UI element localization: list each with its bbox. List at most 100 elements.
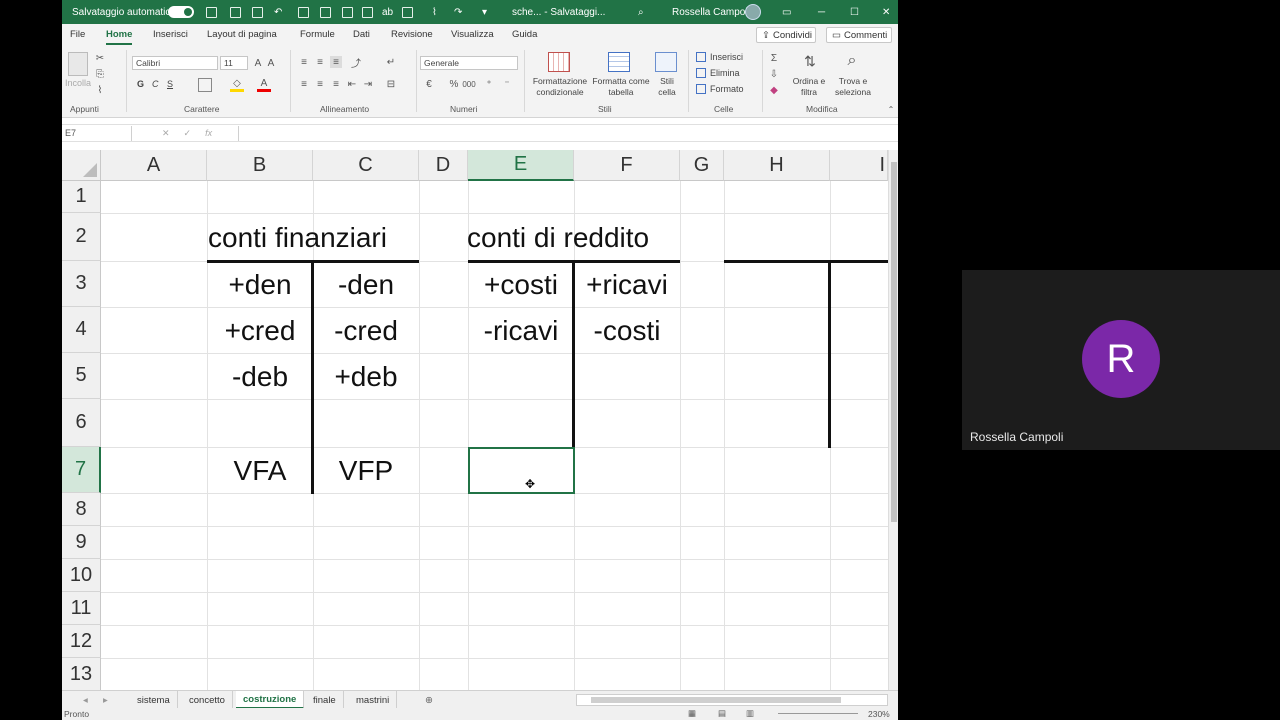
sort-filter-button[interactable]: Ordina e filtra [788,76,830,98]
scroll-thumb[interactable] [591,697,841,703]
row-header-12[interactable]: 12 [62,625,101,658]
row-header-11[interactable]: 11 [62,592,101,625]
cell-b3[interactable]: +den [207,262,313,307]
fx-icon[interactable]: fx [205,128,212,138]
decrease-indent-icon[interactable]: ⇤ [346,78,358,90]
cell-f3[interactable]: +ricavi [574,262,680,307]
page-break-view-icon[interactable]: ▥ [746,708,754,719]
scroll-thumb[interactable] [891,162,897,522]
maximize-icon[interactable]: ☐ [850,0,859,24]
comments-button[interactable]: ▭ Commenti [826,27,892,43]
orientation-icon[interactable]: ⤴ [350,56,362,70]
column-header-d[interactable]: D [419,150,468,181]
align-bottom-icon[interactable]: ≡ [330,56,342,68]
cell-f4[interactable]: -costi [574,308,680,353]
clear-icon[interactable]: ◆ [768,84,780,96]
zoom-slider[interactable] [778,713,858,714]
select-all-corner[interactable] [62,150,101,181]
delete-cells-button[interactable]: Elimina [710,68,740,78]
column-header-g[interactable]: G [680,150,724,181]
cell-e3[interactable]: +costi [468,262,574,307]
cell-b5[interactable]: -deb [207,354,313,399]
cell-b4[interactable]: +cred [207,308,313,353]
search-icon[interactable]: ⌕ [638,0,644,24]
email-icon[interactable] [320,0,331,24]
cell-e2[interactable]: conti di reddito [467,214,681,261]
cell-styles-icon[interactable] [655,52,677,72]
normal-view-icon[interactable]: ▦ [688,708,696,719]
wrap-text-icon[interactable]: ↵ [384,56,398,68]
tab-insert[interactable]: Inserisci [153,29,188,40]
tab-data[interactable]: Dati [353,29,370,40]
row-header-10[interactable]: 10 [62,559,101,592]
collapse-ribbon-icon[interactable]: ⌃ [886,104,896,114]
sort-filter-icon[interactable]: ⇅ [800,50,820,72]
cell-b2[interactable]: conti finanziari [208,214,428,261]
format-table-button[interactable]: Formatta come tabella [590,76,652,98]
bold-button[interactable]: G [137,79,144,89]
column-header-b[interactable]: B [207,150,313,181]
sheet-tab-sistema[interactable]: sistema [130,691,178,709]
cell-e4[interactable]: -ricavi [468,308,574,353]
tab-home[interactable]: Home [106,29,133,45]
format-painter-icon[interactable]: ⌇ [432,0,437,24]
column-header-f[interactable]: F [574,150,680,181]
tab-help[interactable]: Guida [512,29,537,40]
format-painter-icon[interactable]: ⌇ [94,84,106,96]
row-header-5[interactable]: 5 [62,353,101,399]
format-cells-button[interactable]: Formato [710,84,744,94]
prev-sheet-icon[interactable]: ◂ [76,691,95,709]
document-icon[interactable] [342,0,353,24]
sheet-tab-costruzione[interactable]: costruzione [236,691,305,709]
align-center-icon[interactable]: ≡ [314,78,326,90]
worksheet-grid[interactable]: A B C D E F G H I 1 2 3 4 5 6 7 8 9 10 1… [62,150,888,690]
formula-input[interactable] [238,126,894,141]
tab-page-layout[interactable]: Layout di pagina [207,29,277,40]
cell-b7[interactable]: VFA [207,448,313,493]
autosum-icon[interactable]: Σ [768,52,780,64]
page-layout-view-icon[interactable]: ▤ [718,708,726,719]
row-header-4[interactable]: 4 [62,307,101,353]
decrease-decimal-icon[interactable]: ⁻ [500,78,514,90]
user-avatar[interactable] [745,0,761,24]
column-header-i[interactable]: I [830,150,888,181]
copy-icon[interactable] [402,0,413,24]
row-header-3[interactable]: 3 [62,261,101,307]
cell-styles-button[interactable]: Stili cella [652,76,682,98]
print-icon[interactable] [298,0,309,24]
zoom-level[interactable]: 230% [868,709,890,719]
sheet-tab-finale[interactable]: finale [306,691,344,709]
delete-cells-icon[interactable] [696,68,706,78]
thousands-icon[interactable]: 000 [462,78,476,90]
font-size-select[interactable]: 11 [220,56,248,70]
tab-view[interactable]: Visualizza [451,29,494,40]
tab-review[interactable]: Revisione [391,29,433,40]
undo-icon[interactable]: ↶ [274,0,282,24]
find-icon[interactable]: ⌕ [842,50,862,72]
decrease-font-icon[interactable]: A [265,56,277,70]
row-header-2[interactable]: 2 [62,213,101,261]
tab-formulas[interactable]: Formule [300,29,335,40]
user-name[interactable]: Rossella Campoli [672,0,750,24]
add-sheet-icon[interactable]: ⊕ [418,691,440,709]
share-button[interactable]: ⇪ Condividi [756,27,816,43]
format-table-icon[interactable] [608,52,630,72]
copy-icon[interactable]: ⎘ [94,68,106,80]
row-header-1[interactable]: 1 [62,181,101,213]
column-header-e[interactable]: E [468,150,574,181]
autosave-toggle[interactable] [168,0,194,24]
column-header-a[interactable]: A [101,150,207,181]
enter-icon[interactable]: ✓ [184,128,192,138]
align-top-icon[interactable]: ≡ [298,56,310,68]
cancel-icon[interactable]: ✕ [162,128,170,138]
underline-button[interactable]: S [167,79,173,89]
align-middle-icon[interactable]: ≡ [314,56,326,68]
name-box[interactable]: E7 [62,126,132,141]
file-status[interactable]: sche... - Salvataggi... [512,0,605,24]
conditional-format-icon[interactable] [548,52,570,72]
number-format-select[interactable]: Generale [420,56,518,70]
cell-c5[interactable]: +deb [313,354,419,399]
cell-c7[interactable]: VFP [313,448,419,493]
fill-color-icon[interactable]: ◇ [230,78,244,92]
preview-icon[interactable] [362,0,373,24]
